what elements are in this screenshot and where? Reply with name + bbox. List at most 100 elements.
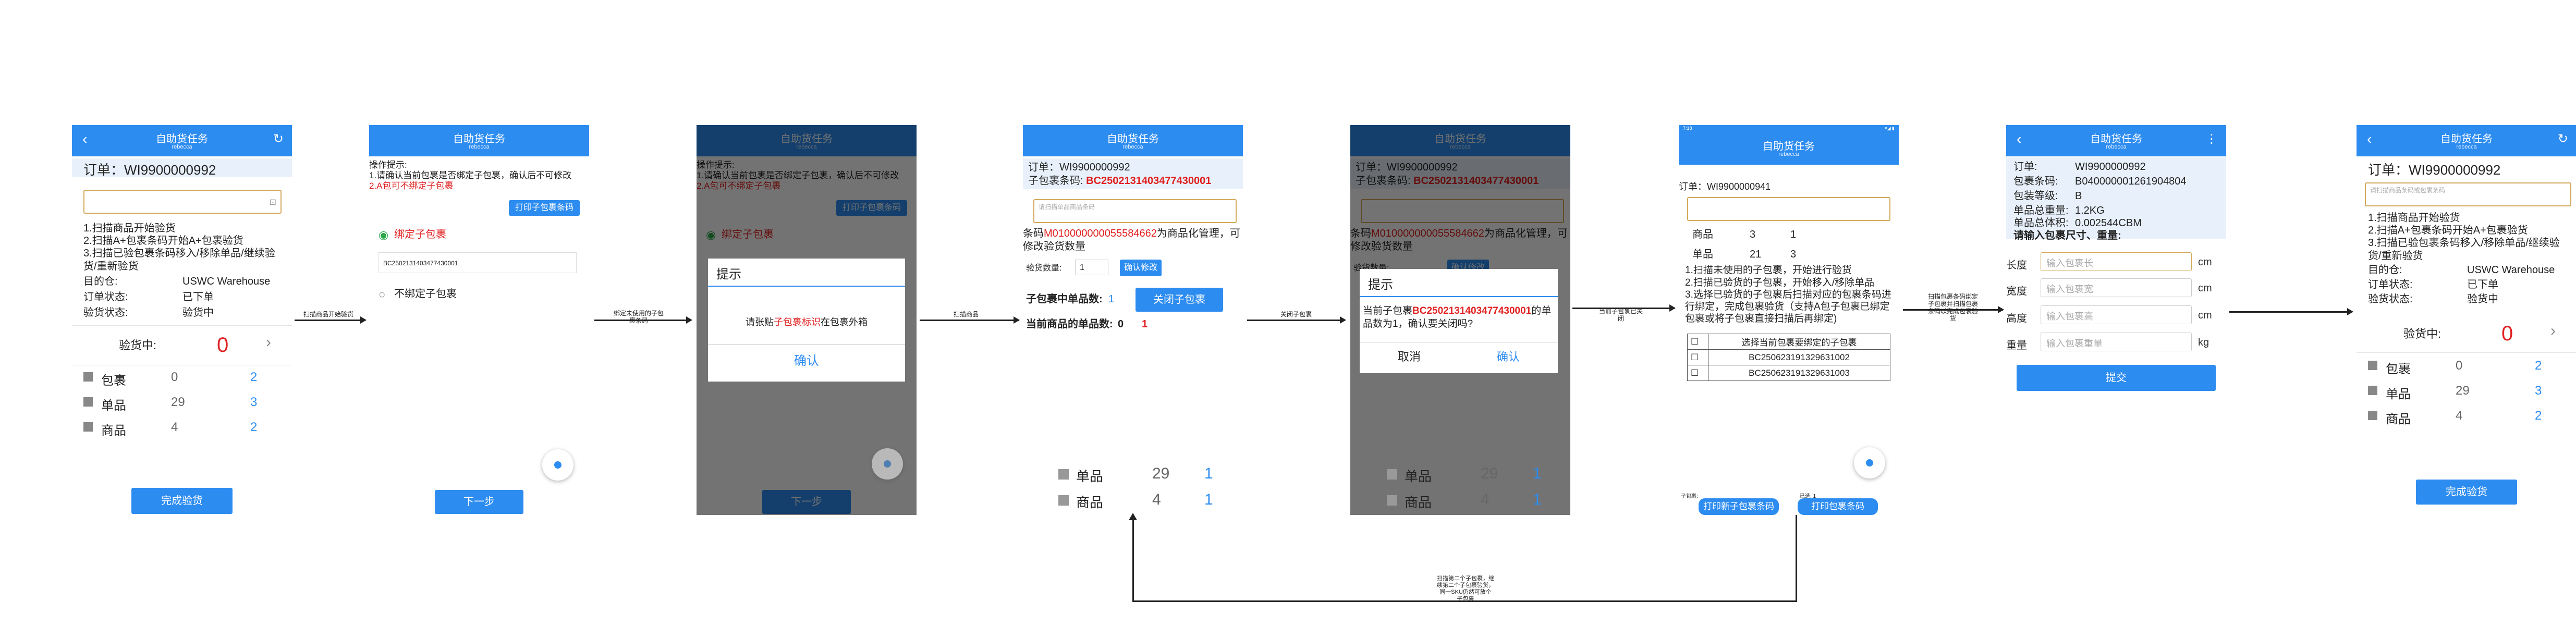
print-package-barcode-button[interactable]: 打印包裹条码 bbox=[1798, 498, 1878, 515]
confirm-qty-button[interactable]: 确认修改 bbox=[1120, 260, 1162, 276]
scan-input[interactable]: 请扫描单品商品条码 bbox=[1033, 199, 1237, 223]
info-value: B040000001261904804 bbox=[2075, 176, 2187, 187]
weight-input[interactable]: 输入包裹重量 bbox=[2041, 333, 2192, 351]
radio-checked-icon[interactable]: ◉ bbox=[379, 228, 388, 241]
field-unit: kg bbox=[2198, 337, 2209, 348]
status-bar: 7:18 ▾◢ ▮ bbox=[1679, 125, 1899, 132]
row-checkbox[interactable]: ☐ bbox=[1687, 349, 1708, 365]
row-barcode: BC250623191329631002 bbox=[1708, 349, 1890, 365]
floating-action-button[interactable] bbox=[872, 448, 903, 480]
scan-input[interactable] bbox=[1687, 197, 1890, 221]
print-new-sub-barcode-button[interactable]: 打印新子包裹条码 bbox=[1699, 498, 1779, 515]
option-bind-label[interactable]: 绑定子包裹 bbox=[394, 228, 446, 241]
qty-input[interactable]: 1 bbox=[1075, 260, 1108, 275]
table-row[interactable]: ☐ BC250623191329631003 bbox=[1687, 365, 1890, 381]
refresh-icon[interactable]: ↻ bbox=[273, 131, 284, 147]
scan-icon[interactable]: ⊡ bbox=[270, 197, 276, 207]
count-row-product: 商品 4 2 bbox=[83, 419, 282, 438]
height-input[interactable]: 输入包裹高 bbox=[2041, 305, 2192, 324]
cur-count-done: 0 bbox=[1118, 318, 1124, 330]
option-unbind-label[interactable]: 不绑定子包裹 bbox=[394, 288, 457, 301]
print-sub-barcode-button[interactable]: 打印子包裹条码 bbox=[509, 200, 580, 216]
dialog-confirm-button[interactable]: 确认 bbox=[1459, 350, 1558, 363]
checking-value: 0 bbox=[2501, 322, 2513, 345]
info-value: B bbox=[2075, 190, 2082, 202]
row-checkbox[interactable]: ☐ bbox=[1687, 365, 1708, 381]
scan-input[interactable]: ⊡ bbox=[83, 190, 282, 214]
row-unit-b: 3 bbox=[1790, 249, 1797, 260]
more-menu-icon[interactable]: ⋮ bbox=[2205, 131, 2218, 147]
dialog-confirm-button[interactable]: 确认 bbox=[708, 354, 905, 367]
package-icon bbox=[2368, 361, 2377, 370]
flow-arrow bbox=[2229, 308, 2353, 315]
flow-arrow bbox=[295, 316, 367, 324]
count-done: 4 bbox=[2456, 409, 2463, 423]
info-label: 订单: bbox=[2013, 161, 2037, 173]
dialog-title: 提示 bbox=[716, 267, 741, 281]
count-row-package: 包裹 0 2 bbox=[83, 369, 282, 388]
screen-close-dialog: 自助货任务 rebecca 订单：WI9900000992 子包裹条码: BC2… bbox=[1350, 125, 1570, 515]
below-count-unit: 单品 29 1 bbox=[1058, 465, 1215, 484]
close-sub-package-button[interactable]: 关闭子包裹 bbox=[1136, 288, 1223, 312]
floating-action-button[interactable] bbox=[542, 449, 573, 481]
dialog-msg-pre: 请张贴 bbox=[746, 317, 774, 327]
dialog-msg-pre: 当前子包裹 bbox=[1363, 305, 1413, 316]
chevron-right-icon[interactable]: › bbox=[2550, 323, 2556, 339]
app-title: 自助货任务 bbox=[2090, 133, 2142, 145]
info-dest-label: 目的仓: bbox=[83, 276, 118, 287]
cur-count-label: 当前商品的单品数: bbox=[1026, 318, 1113, 330]
count-done: 0 bbox=[171, 370, 178, 384]
count-total: 1 bbox=[1533, 491, 1542, 508]
screen-home-final: ‹ 自助货任务 rebecca ↻ 订单：WI9900000992 请扫描商品条… bbox=[2357, 125, 2576, 515]
product-icon bbox=[1058, 495, 1069, 506]
count-label: 包裹 bbox=[101, 374, 126, 388]
instruction-1: 1.扫描未使用的子包裹，开始进行验货 bbox=[1685, 265, 1852, 276]
below-count-product: 商品 4 1 bbox=[1387, 491, 1543, 510]
info-value: 0.002544CBM bbox=[2075, 217, 2142, 229]
dialog-message: 请张贴子包裹标识在包裹外箱 bbox=[708, 316, 905, 329]
info-label: 包裹条码: bbox=[2013, 176, 2058, 187]
count-total: 2 bbox=[250, 370, 258, 384]
scan-input[interactable]: 请扫描商品条码或包裹条码 bbox=[2365, 182, 2571, 206]
info-check-status-value: 验货中 bbox=[2467, 293, 2498, 305]
finish-check-button[interactable]: 完成验货 bbox=[2416, 480, 2517, 505]
next-step-button[interactable]: 下一步 bbox=[435, 490, 523, 514]
submit-button[interactable]: 提交 bbox=[2017, 365, 2216, 391]
screen-bind-dialog: 自助货任务 rebecca 操作提示: 1.请确认当前包裹是否绑定子包裹，确认后… bbox=[697, 125, 917, 515]
checking-label: 验货中: bbox=[2403, 327, 2441, 340]
info-order-status-value: 已下单 bbox=[182, 291, 214, 303]
order-prefix: 订单： bbox=[2368, 162, 2409, 178]
info-check-status-value: 验货中 bbox=[182, 307, 214, 318]
count-done: 29 bbox=[1481, 465, 1498, 482]
radio-unchecked-icon[interactable]: ○ bbox=[379, 288, 385, 301]
select-all-checkbox[interactable]: ☐ bbox=[1687, 334, 1708, 350]
app-subtitle: rebecca bbox=[2456, 144, 2477, 150]
count-done: 29 bbox=[1152, 465, 1170, 482]
app-header: 自助货任务 rebecca bbox=[1679, 132, 1899, 165]
dialog-msg-post: 在包裹外箱 bbox=[821, 317, 868, 327]
app-title: 自助货任务 bbox=[2440, 133, 2493, 145]
app-title: 自助货任务 bbox=[156, 133, 208, 145]
count-label: 单品 bbox=[2386, 387, 2411, 401]
info-label: 单品总体积: bbox=[2013, 217, 2069, 229]
dialog-title-underline bbox=[708, 286, 905, 287]
count-total: 2 bbox=[250, 420, 258, 434]
count-row-unit: 单品 29 3 bbox=[2368, 383, 2566, 401]
order-number: WI9900000992 bbox=[124, 162, 216, 178]
instruction-1: 1.扫描商品开始验货 bbox=[83, 223, 176, 234]
loop-line-down bbox=[1796, 515, 1797, 602]
length-input[interactable]: 输入包裹长 bbox=[2041, 252, 2192, 271]
floating-action-button[interactable] bbox=[1854, 447, 1885, 478]
table-row[interactable]: ☐ BC250623191329631002 bbox=[1687, 349, 1890, 365]
field-label: 高度 bbox=[2006, 313, 2027, 324]
sub-barcode-field[interactable]: BC2502131403477430001 bbox=[379, 252, 577, 273]
chevron-right-icon[interactable]: › bbox=[266, 335, 271, 350]
dialog-cancel-button[interactable]: 取消 bbox=[1360, 350, 1459, 363]
dialog-box: 提示 请张贴子包裹标识在包裹外箱 确认 bbox=[708, 259, 905, 382]
info-dest-label: 目的仓: bbox=[2368, 264, 2402, 276]
flow-label: 关闭子包裹 bbox=[1280, 311, 1312, 318]
order-line: 订单：WI9900000941 bbox=[1679, 180, 1771, 193]
finish-check-button[interactable]: 完成验货 bbox=[131, 488, 233, 514]
width-input[interactable]: 输入包裹宽 bbox=[2041, 278, 2192, 297]
refresh-icon[interactable]: ↻ bbox=[2558, 131, 2568, 147]
